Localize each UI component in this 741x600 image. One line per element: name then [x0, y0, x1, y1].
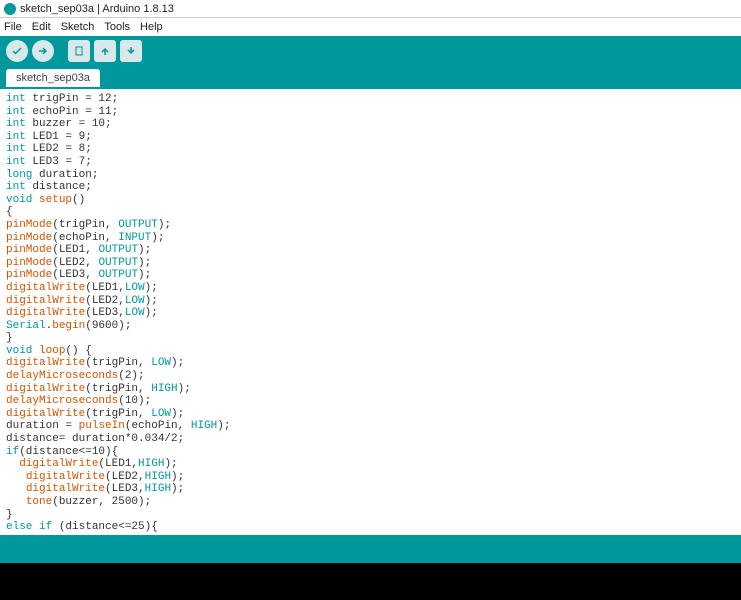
titlebar: sketch_sep03a | Arduino 1.8.13 [0, 0, 741, 18]
arrow-down-icon [125, 45, 137, 57]
status-bar [0, 535, 741, 563]
open-button[interactable] [94, 40, 116, 62]
code-editor[interactable]: int trigPin = 12;int echoPin = 11;int bu… [0, 88, 741, 535]
tab-strip: sketch_sep03a [0, 66, 741, 88]
menu-edit[interactable]: Edit [32, 21, 51, 33]
check-icon [11, 45, 23, 57]
upload-button[interactable] [32, 40, 54, 62]
menu-tools[interactable]: Tools [104, 21, 130, 33]
new-button[interactable] [68, 40, 90, 62]
file-icon [73, 45, 85, 57]
code-content: int trigPin = 12;int echoPin = 11;int bu… [6, 93, 735, 534]
arrow-up-icon [99, 45, 111, 57]
menu-help[interactable]: Help [140, 21, 163, 33]
menubar: File Edit Sketch Tools Help [0, 18, 741, 36]
console [0, 563, 741, 600]
toolbar [0, 36, 741, 66]
arduino-app-icon [4, 3, 16, 15]
arrow-right-icon [37, 45, 49, 57]
menu-sketch[interactable]: Sketch [61, 21, 95, 33]
save-button[interactable] [120, 40, 142, 62]
window-title: sketch_sep03a | Arduino 1.8.13 [20, 3, 174, 15]
tab-sketch[interactable]: sketch_sep03a [6, 69, 100, 87]
menu-file[interactable]: File [4, 21, 22, 33]
verify-button[interactable] [6, 40, 28, 62]
